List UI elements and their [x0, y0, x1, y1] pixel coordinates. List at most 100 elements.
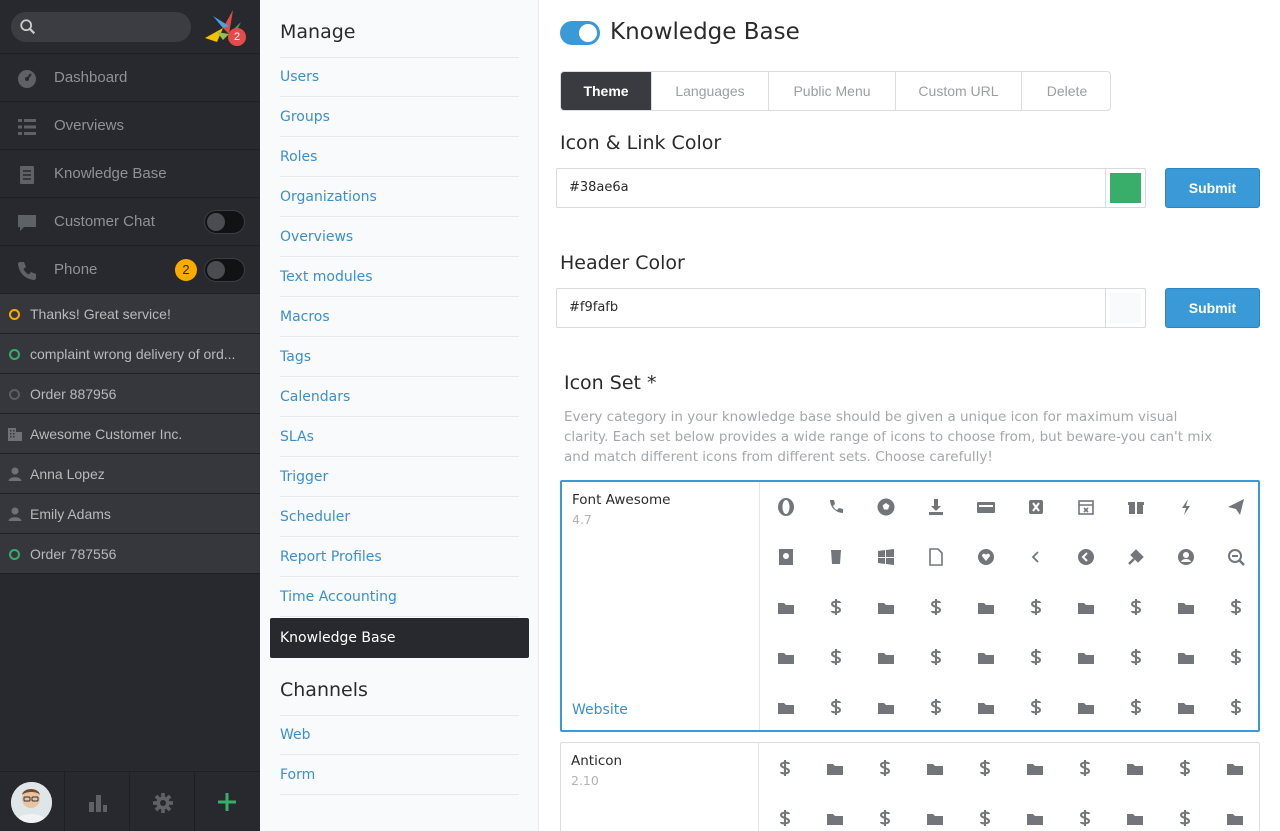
channel-item-form[interactable]: Form	[280, 755, 519, 795]
manage-item-groups[interactable]: Groups	[280, 97, 519, 137]
manage-item-calendars[interactable]: Calendars	[280, 377, 519, 417]
icon-set-anticon[interactable]: Anticon 2.10	[560, 742, 1260, 831]
manage-item-slas[interactable]: SLAs	[280, 417, 519, 457]
header-color-field[interactable]: #f9fafb	[556, 288, 1146, 328]
icon-option[interactable]	[960, 743, 1010, 793]
icon-option[interactable]	[761, 632, 811, 682]
icon-option[interactable]	[1161, 632, 1211, 682]
icon-option[interactable]	[761, 482, 811, 532]
task-item[interactable]: Awesome Customer Inc.	[0, 414, 260, 454]
tab-delete[interactable]: Delete	[1022, 72, 1110, 110]
nav-dashboard[interactable]: Dashboard	[0, 54, 260, 102]
manage-item-macros[interactable]: Macros	[280, 297, 519, 337]
icon-option[interactable]	[910, 793, 960, 831]
icon-option[interactable]	[961, 532, 1011, 582]
icon-option[interactable]	[811, 682, 861, 730]
manage-item-time-accounting[interactable]: Time Accounting	[280, 577, 519, 617]
icon-option[interactable]	[961, 682, 1011, 730]
icon-option[interactable]	[811, 482, 861, 532]
chat-toggle[interactable]	[204, 210, 245, 234]
icon-link-color-submit-button[interactable]: Submit	[1165, 168, 1260, 208]
icon-option[interactable]	[860, 793, 910, 831]
icon-option[interactable]	[1110, 793, 1160, 831]
task-item[interactable]: Order 787556	[0, 534, 260, 574]
icon-option[interactable]	[760, 793, 810, 831]
manage-item-roles[interactable]: Roles	[280, 137, 519, 177]
channel-item-web[interactable]: Web	[280, 715, 519, 755]
icon-option[interactable]	[1061, 582, 1111, 632]
icon-option[interactable]	[960, 793, 1010, 831]
icon-option[interactable]	[1011, 682, 1061, 730]
icon-option[interactable]	[1210, 743, 1259, 793]
icon-option[interactable]	[911, 632, 961, 682]
icon-option[interactable]	[961, 632, 1011, 682]
manage-item-knowledge-base[interactable]: Knowledge Base	[270, 618, 529, 658]
task-item[interactable]: Thanks! Great service!	[0, 294, 260, 334]
icon-option[interactable]	[1061, 632, 1111, 682]
icon-option[interactable]	[961, 482, 1011, 532]
task-item[interactable]: Anna Lopez	[0, 454, 260, 494]
manage-item-organizations[interactable]: Organizations	[280, 177, 519, 217]
icon-option[interactable]	[760, 743, 810, 793]
icon-option[interactable]	[1111, 632, 1161, 682]
icon-option[interactable]	[1061, 682, 1111, 730]
nav-phone[interactable]: Phone 2	[0, 246, 260, 294]
task-item[interactable]: Emily Adams	[0, 494, 260, 534]
avatar[interactable]	[11, 782, 52, 823]
tab-theme[interactable]: Theme	[561, 72, 652, 110]
icon-option[interactable]	[1010, 743, 1060, 793]
icon-set-font-awesome[interactable]: Font Awesome 4.7 Website	[560, 480, 1260, 732]
avatar-cell[interactable]	[0, 772, 65, 831]
icon-option[interactable]	[961, 582, 1011, 632]
icon-option[interactable]	[1061, 532, 1111, 582]
icon-option[interactable]	[761, 532, 811, 582]
header-color-submit-button[interactable]: Submit	[1165, 288, 1260, 328]
icon-option[interactable]	[1161, 582, 1211, 632]
icon-option[interactable]	[1110, 743, 1160, 793]
phone-toggle[interactable]	[204, 258, 245, 282]
icon-option[interactable]	[1161, 532, 1211, 582]
icon-option[interactable]	[861, 482, 911, 532]
icon-option[interactable]	[1060, 793, 1110, 831]
icon-option[interactable]	[1210, 793, 1259, 831]
icon-option[interactable]	[1211, 482, 1258, 532]
icon-option[interactable]	[1060, 743, 1110, 793]
manage-item-report-profiles[interactable]: Report Profiles	[280, 537, 519, 577]
icon-option[interactable]	[861, 532, 911, 582]
nav-overviews[interactable]: Overviews	[0, 102, 260, 150]
icon-option[interactable]	[1011, 582, 1061, 632]
icon-link-color-field[interactable]: #38ae6a	[556, 168, 1146, 208]
knowledge-base-toggle[interactable]	[560, 21, 600, 45]
icon-option[interactable]	[1010, 793, 1060, 831]
icon-option[interactable]	[761, 582, 811, 632]
reports-button[interactable]	[65, 772, 130, 831]
icon-option[interactable]	[1111, 532, 1161, 582]
notification-badge[interactable]: 2	[228, 28, 246, 46]
icon-option[interactable]	[1111, 582, 1161, 632]
manage-item-overviews[interactable]: Overviews	[280, 217, 519, 257]
icon-option[interactable]	[1161, 482, 1211, 532]
icon-option[interactable]	[811, 532, 861, 582]
icon-option[interactable]	[1211, 532, 1258, 582]
icon-option[interactable]	[910, 743, 960, 793]
icon-option[interactable]	[811, 632, 861, 682]
settings-button[interactable]	[130, 772, 195, 831]
tab-languages[interactable]: Languages	[652, 72, 769, 110]
icon-option[interactable]	[911, 682, 961, 730]
tab-public-menu[interactable]: Public Menu	[769, 72, 896, 110]
color-picker[interactable]	[1105, 289, 1145, 327]
icon-option[interactable]	[1111, 682, 1161, 730]
color-picker[interactable]	[1105, 169, 1145, 207]
website-link[interactable]: Website	[572, 702, 628, 718]
icon-option[interactable]	[1011, 532, 1061, 582]
icon-option[interactable]	[1160, 743, 1210, 793]
search-input[interactable]	[11, 12, 191, 42]
icon-option[interactable]	[811, 582, 861, 632]
new-button[interactable]	[195, 772, 260, 831]
icon-option[interactable]	[1111, 482, 1161, 532]
icon-option[interactable]	[761, 682, 811, 730]
manage-item-tags[interactable]: Tags	[280, 337, 519, 377]
task-item[interactable]: Order 887956	[0, 374, 260, 414]
icon-option[interactable]	[1211, 632, 1258, 682]
icon-option[interactable]	[911, 532, 961, 582]
